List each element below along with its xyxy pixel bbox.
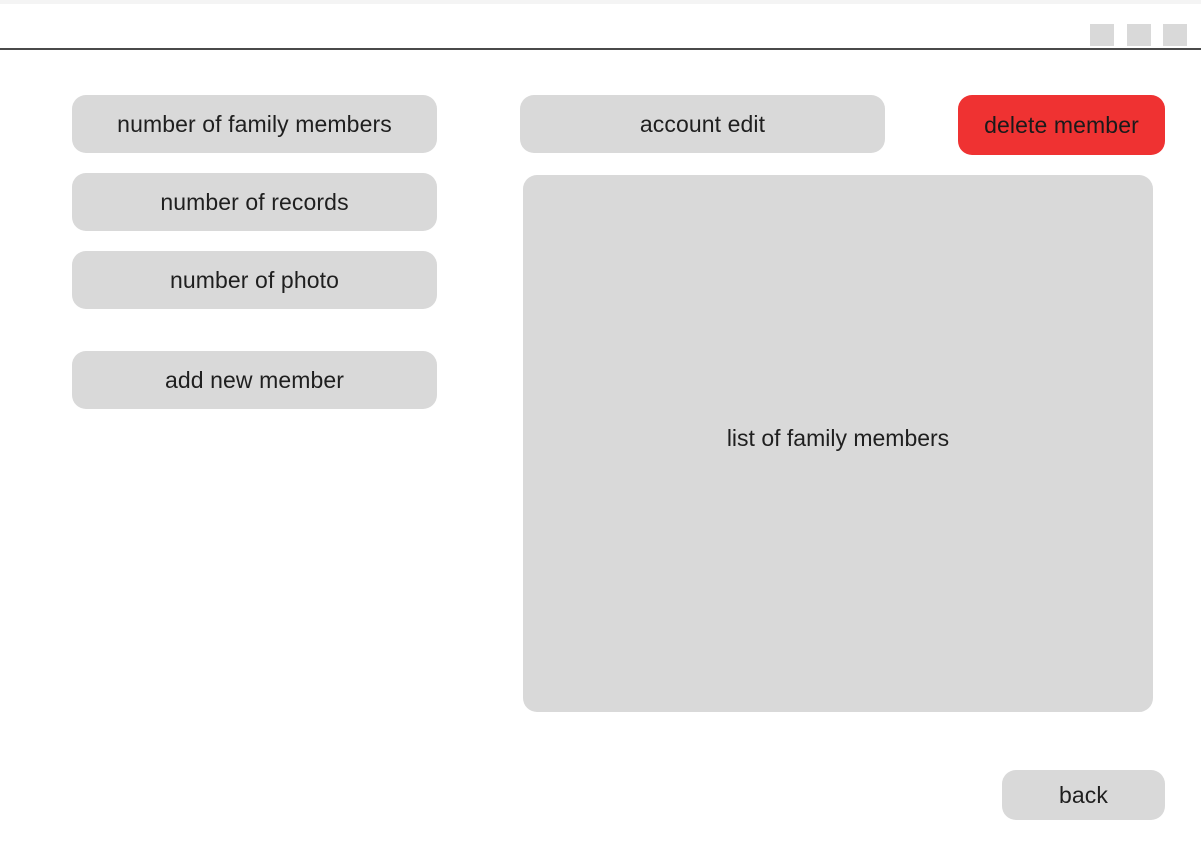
family-members-list[interactable]: list of family members	[523, 175, 1153, 712]
photo-count-label: number of photo	[169, 266, 339, 293]
title-bar	[0, 0, 1201, 50]
app-window: number of family members number of recor…	[0, 0, 1201, 852]
account-edit-button[interactable]: account edit	[520, 95, 885, 153]
maximize-icon[interactable]	[1127, 24, 1151, 46]
records-count: number of records	[72, 173, 437, 231]
account-edit-label: account edit	[639, 110, 766, 137]
close-icon[interactable]	[1163, 24, 1187, 46]
family-members-count: number of family members	[72, 95, 437, 153]
back-button[interactable]: back	[1002, 770, 1165, 820]
title-bar-divider	[0, 48, 1201, 50]
delete-member-button[interactable]: delete member	[958, 95, 1165, 155]
family-members-count-label: number of family members	[117, 110, 392, 137]
delete-member-label: delete member	[984, 111, 1139, 138]
photo-count: number of photo	[72, 251, 437, 309]
add-new-member-button[interactable]: add new member	[72, 351, 437, 409]
back-label: back	[1059, 781, 1108, 808]
family-members-list-label: list of family members	[726, 425, 950, 451]
add-new-member-label: add new member	[164, 366, 345, 393]
records-count-label: number of records	[160, 188, 349, 215]
minimize-icon[interactable]	[1090, 24, 1114, 46]
